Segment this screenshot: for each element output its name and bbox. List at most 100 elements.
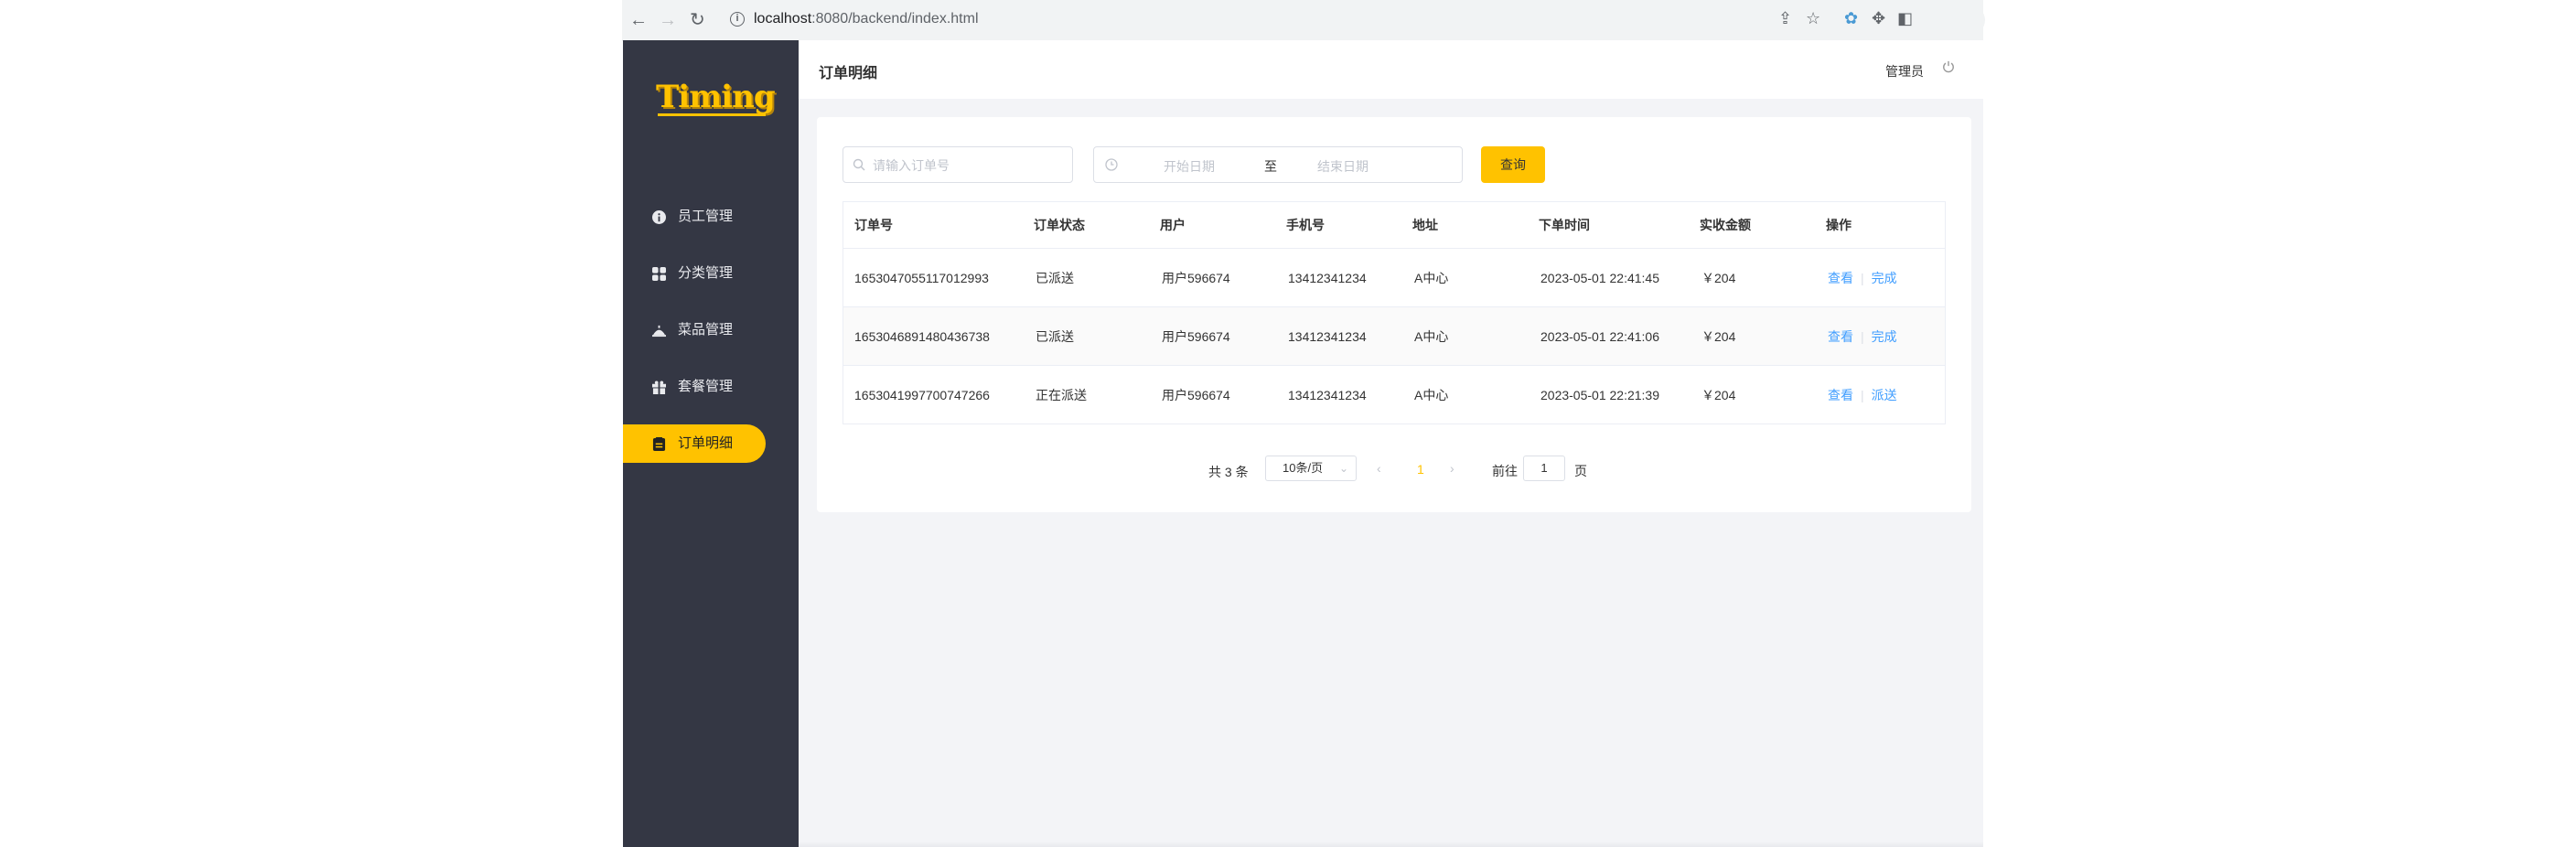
column-header: 手机号 [1286,218,1325,232]
power-icon[interactable] [1942,60,1955,73]
sidebar-item-label: 订单明细 [678,435,734,451]
extensions-puzzle-icon[interactable]: ✥ [1872,9,1885,28]
orders-table: 订单号 订单状态 用户 手机号 地址 下单时间 实收金额 操作 16530470… [843,201,1946,424]
date-separator: 至 [1264,159,1277,174]
address-cell: A中心 [1414,388,1449,402]
sidebar-item-orders[interactable]: 订单明细 [623,424,766,463]
column-header: 用户 [1160,218,1186,232]
column-header: 下单时间 [1539,218,1590,232]
action-divider: | [1861,271,1864,285]
time-cell: 2023-05-01 22:41:06 [1540,329,1659,344]
sidebar-item-employee[interactable]: 员工管理 [623,198,766,236]
end-date-input[interactable]: 结束日期 [1317,157,1368,176]
back-arrow-icon[interactable]: ← [629,9,648,31]
extension-gear-icon[interactable]: ✿ [1844,9,1858,28]
actions-cell: 查看 | 完成 [1828,307,1897,366]
clock-icon [1105,158,1118,171]
forward-arrow-icon[interactable]: → [659,9,677,31]
dish-icon [652,325,666,338]
column-header: 订单号 [854,218,893,232]
amount-cell: ￥204 [1701,388,1736,402]
time-cell: 2023-05-01 22:21:39 [1540,388,1659,402]
address-bar[interactable]: i localhost:8080/backend/index.html [723,5,1985,35]
order-id-cell: 1653047055117012993 [854,271,989,285]
address-cell: A中心 [1414,329,1449,344]
action-divider: | [1861,388,1864,402]
page-size-select[interactable]: 10条/页 ⌄ [1265,456,1357,481]
main-content: 订单明细 管理员 开始日期 至 结束日期 查询 订单号 订单状态 用户 手机号 … [799,40,1983,847]
amount-cell: ￥204 [1701,329,1736,344]
action-divider: | [1861,329,1864,344]
sidebar: Timing 员工管理 分类管理 菜品管理 套餐管理 订单明细 [623,40,799,847]
phone-cell: 13412341234 [1288,271,1367,285]
goto-page-input[interactable]: 1 [1523,456,1565,481]
user-cell: 用户596674 [1162,271,1230,285]
view-link[interactable]: 查看 [1828,388,1853,402]
sidebar-item-label: 员工管理 [678,209,734,224]
logo-underline [658,113,766,116]
bookmark-star-icon[interactable]: ☆ [1806,9,1820,28]
status-cell: 已派送 [1036,329,1074,344]
grid-icon [652,267,666,281]
view-link[interactable]: 查看 [1828,271,1853,285]
column-header: 操作 [1826,218,1852,232]
table-row: 1653046891480436738 已派送 用户596674 1341234… [843,306,1945,366]
sidebar-item-dish[interactable]: 菜品管理 [623,311,766,349]
date-range-picker[interactable]: 开始日期 至 结束日期 [1093,146,1463,183]
sidebar-item-category[interactable]: 分类管理 [623,254,766,293]
view-link[interactable]: 查看 [1828,329,1853,344]
table-row: 1653041997700747266 正在派送 用户596674 134123… [843,365,1945,424]
time-cell: 2023-05-01 22:41:45 [1540,271,1659,285]
query-button[interactable]: 查询 [1481,146,1545,183]
table-row: 1653047055117012993 已派送 用户596674 1341234… [843,248,1945,307]
browser-toolbar: ← → ↻ i localhost:8080/backend/index.htm… [622,0,1985,41]
sidebar-item-label: 套餐管理 [678,379,734,394]
phone-cell: 13412341234 [1288,388,1367,402]
search-icon [853,158,865,171]
complete-link[interactable]: 完成 [1872,271,1897,285]
goto-label: 前往 [1492,464,1518,478]
table-header: 订单号 订单状态 用户 手机号 地址 下单时间 实收金额 操作 [843,202,1945,248]
gift-icon [652,381,666,394]
sidebar-item-label: 分类管理 [678,265,734,281]
prev-page-icon[interactable]: ‹ [1377,461,1381,476]
amount-cell: ￥204 [1701,271,1736,285]
page-size-value: 10条/页 [1283,461,1324,475]
share-icon[interactable]: ⇪ [1778,9,1792,28]
sidebar-item-setmeal[interactable]: 套餐管理 [623,368,766,406]
page-number-current[interactable]: 1 [1417,462,1424,477]
orders-card: 开始日期 至 结束日期 查询 订单号 订单状态 用户 手机号 地址 下单时间 实… [817,117,1971,512]
user-name: 管理员 [1885,64,1924,79]
page-title: 订单明细 [819,66,878,81]
next-page-icon[interactable]: › [1450,461,1454,476]
url-text[interactable]: localhost:8080/backend/index.html [754,11,979,27]
page-unit-label: 页 [1574,464,1587,478]
user-cell: 用户596674 [1162,388,1230,402]
sidebar-item-label: 菜品管理 [678,322,734,338]
order-id-cell: 1653041997700747266 [854,388,990,402]
address-cell: A中心 [1414,271,1449,285]
user-cell: 用户596674 [1162,329,1230,344]
logo: Timing [656,79,776,115]
order-number-input[interactable] [871,155,1067,177]
total-count: 共 3 条 [1208,465,1249,479]
pagination: 共 3 条 10条/页 ⌄ ‹ 1 › 前往 1 页 [817,456,1971,483]
reload-icon[interactable]: ↻ [690,9,705,31]
order-icon [652,437,666,451]
column-header: 实收金额 [1700,218,1751,232]
site-info-icon[interactable]: i [730,12,745,27]
chevron-down-icon: ⌄ [1338,462,1348,475]
page-header: 订单明细 管理员 [799,40,1983,99]
actions-cell: 查看 | 完成 [1828,249,1897,307]
status-cell: 正在派送 [1036,388,1087,402]
column-header: 地址 [1412,218,1438,232]
start-date-input[interactable]: 开始日期 [1164,157,1215,176]
side-panel-icon[interactable]: ◧ [1897,9,1913,28]
status-cell: 已派送 [1036,271,1074,285]
complete-link[interactable]: 完成 [1872,329,1897,344]
order-search-box[interactable] [843,146,1073,183]
column-header: 订单状态 [1034,218,1085,232]
bottom-edge [799,842,1983,847]
order-id-cell: 1653046891480436738 [854,329,990,344]
dispatch-link[interactable]: 派送 [1872,388,1897,402]
